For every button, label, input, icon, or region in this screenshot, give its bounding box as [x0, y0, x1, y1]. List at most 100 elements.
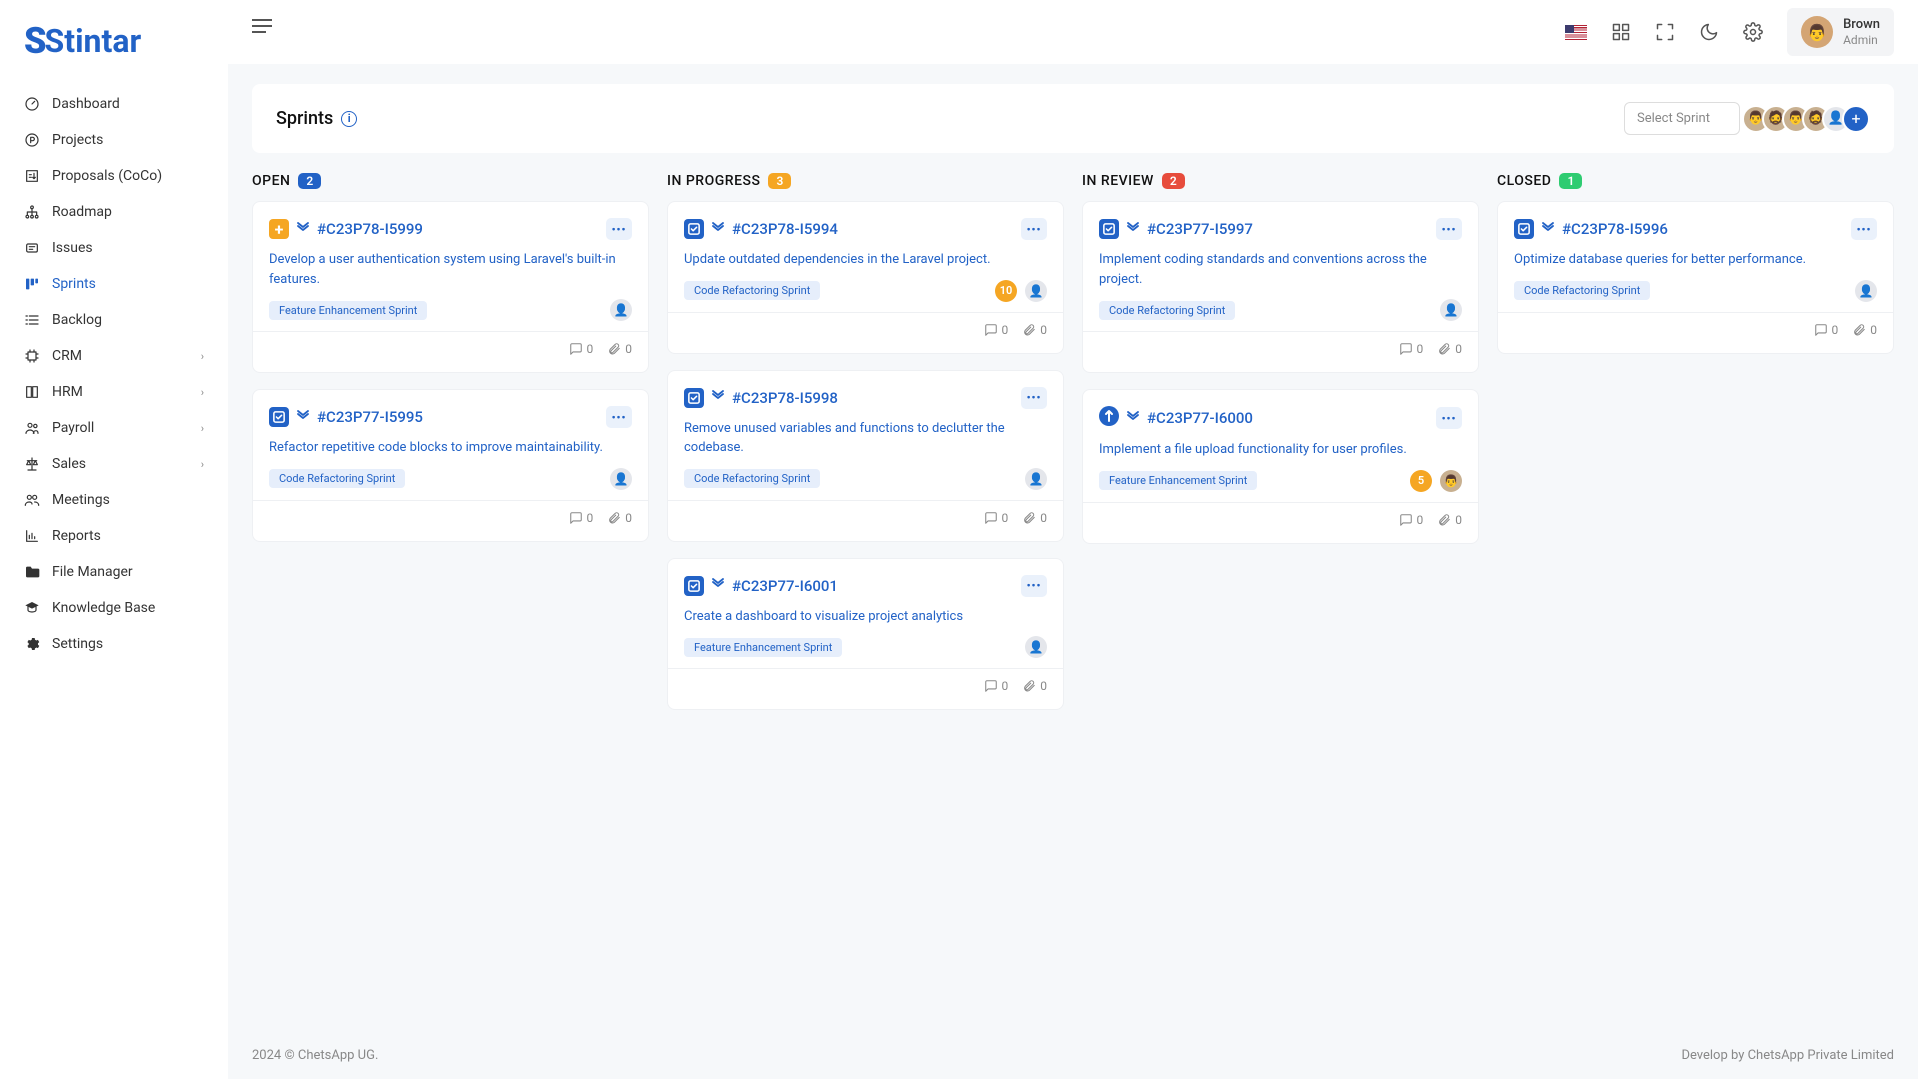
more-menu[interactable]: •••: [1436, 407, 1462, 429]
more-menu[interactable]: •••: [1021, 218, 1047, 240]
apps-icon[interactable]: [1611, 22, 1631, 42]
more-menu[interactable]: •••: [606, 218, 632, 240]
issue-title[interactable]: Implement coding standards and conventio…: [1099, 250, 1462, 289]
assignee-placeholder[interactable]: 👤: [1025, 280, 1047, 302]
issue-id[interactable]: #C23P77-I6001: [732, 577, 838, 595]
issue-id[interactable]: #C23P77-I5997: [1147, 220, 1253, 238]
sprint-chip[interactable]: Feature Enhancement Sprint: [1099, 471, 1257, 490]
comments-count[interactable]: 0: [984, 511, 1009, 525]
task-icon: [684, 576, 704, 596]
attachments-count[interactable]: 0: [1437, 342, 1462, 356]
assignee-placeholder[interactable]: 👤: [1440, 299, 1462, 321]
sprint-chip[interactable]: Code Refactoring Sprint: [684, 281, 820, 300]
sidebar-item-roadmap[interactable]: Roadmap: [0, 194, 228, 230]
issue-title[interactable]: Optimize database queries for better per…: [1514, 250, 1877, 270]
sprint-chip[interactable]: Feature Enhancement Sprint: [684, 638, 842, 657]
assignee-placeholder[interactable]: 👤: [1025, 636, 1047, 658]
attachments-count[interactable]: 0: [1022, 511, 1047, 525]
column-title: IN PROGRESS: [667, 173, 760, 189]
sidebar-item-hrm[interactable]: HRM›: [0, 374, 228, 410]
more-menu[interactable]: •••: [1851, 218, 1877, 240]
fullscreen-icon[interactable]: [1655, 22, 1675, 42]
sidebar-item-meetings[interactable]: Meetings: [0, 482, 228, 518]
info-icon[interactable]: i: [341, 111, 357, 127]
gear-icon[interactable]: [1743, 22, 1763, 42]
sprint-chip[interactable]: Code Refactoring Sprint: [684, 469, 820, 488]
comments-count[interactable]: 0: [1814, 323, 1839, 337]
sidebar-item-issues[interactable]: Issues: [0, 230, 228, 266]
sidebar-item-label: Issues: [52, 240, 93, 256]
sidebar-item-backlog[interactable]: Backlog: [0, 302, 228, 338]
sidebar-item-projects[interactable]: Projects: [0, 122, 228, 158]
attachments-count[interactable]: 0: [1022, 679, 1047, 693]
attachments-count[interactable]: 0: [607, 342, 632, 356]
assignee-avatar[interactable]: 👨: [1440, 470, 1462, 492]
attachments-count[interactable]: 0: [1022, 323, 1047, 337]
comments-count[interactable]: 0: [1399, 342, 1424, 356]
assignee-placeholder[interactable]: 👤: [610, 299, 632, 321]
moon-icon[interactable]: [1699, 22, 1719, 42]
more-menu[interactable]: •••: [1021, 387, 1047, 409]
sidebar-item-sprints[interactable]: Sprints: [0, 266, 228, 302]
sprint-chip[interactable]: Code Refactoring Sprint: [1514, 281, 1650, 300]
issue-card[interactable]: +#C23P78-I5999•••Develop a user authenti…: [252, 201, 649, 373]
issue-title[interactable]: Remove unused variables and functions to…: [684, 419, 1047, 458]
sidebar-item-dashboard[interactable]: Dashboard: [0, 86, 228, 122]
attachments-count[interactable]: 0: [1437, 513, 1462, 527]
assignee-placeholder[interactable]: 👤: [610, 468, 632, 490]
sprint-chip[interactable]: Code Refactoring Sprint: [1099, 301, 1235, 320]
issue-card[interactable]: #C23P78-I5996 ••• Optimize database querie…: [1497, 201, 1894, 354]
assignee-placeholder[interactable]: 👤: [1025, 468, 1047, 490]
comments-count[interactable]: 0: [569, 511, 594, 525]
sidebar-item-knowledge-base[interactable]: Knowledge Base: [0, 590, 228, 626]
issue-title[interactable]: Refactor repetitive code blocks to impro…: [269, 438, 632, 458]
circle-p-icon: [24, 132, 40, 148]
sidebar-item-crm[interactable]: CRM›: [0, 338, 228, 374]
priority-icon: [1542, 222, 1554, 237]
attachments-count[interactable]: 0: [607, 511, 632, 525]
more-menu[interactable]: •••: [1436, 218, 1462, 240]
flag-icon[interactable]: [1565, 25, 1587, 40]
sidebar-item-proposals-coco-[interactable]: Proposals (CoCo): [0, 158, 228, 194]
issue-title[interactable]: Update outdated dependencies in the Lara…: [684, 250, 1047, 270]
sidebar-item-settings[interactable]: Settings: [0, 626, 228, 662]
issue-title[interactable]: Implement a file upload functionality fo…: [1099, 440, 1462, 460]
issue-id[interactable]: #C23P78-I5999: [317, 220, 423, 238]
issue-id[interactable]: #C23P78-I5998: [732, 389, 838, 407]
issue-card[interactable]: #C23P77-I5995 ••• Refactor repetitive code…: [252, 389, 649, 542]
issue-card[interactable]: #C23P77-I6001 ••• Create a dashboard to vi…: [667, 558, 1064, 711]
sidebar-item-reports[interactable]: Reports: [0, 518, 228, 554]
issue-id[interactable]: #C23P77-I6000: [1147, 409, 1253, 427]
issue-id[interactable]: #C23P78-I5994: [732, 220, 838, 238]
logo[interactable]: SStintar: [0, 20, 228, 86]
comments-count[interactable]: 0: [984, 323, 1009, 337]
comments-count[interactable]: 0: [1399, 513, 1424, 527]
issue-title[interactable]: Create a dashboard to visualize project …: [684, 607, 1047, 627]
more-menu[interactable]: •••: [1021, 575, 1047, 597]
issue-card[interactable]: #C23P77-I6000 ••• Implement a file upload …: [1082, 389, 1479, 544]
issue-id[interactable]: #C23P78-I5996: [1562, 220, 1668, 238]
issue-id[interactable]: #C23P77-I5995: [317, 408, 423, 426]
board-icon: [24, 276, 40, 292]
assignee-placeholder[interactable]: 👤: [1855, 280, 1877, 302]
attachments-count[interactable]: 0: [1852, 323, 1877, 337]
avatar-group: 👨 🧔 👨 🧔 👤 +: [1750, 105, 1870, 133]
sprint-chip[interactable]: Feature Enhancement Sprint: [269, 301, 427, 320]
issue-card[interactable]: #C23P77-I5997 ••• Implement coding standar…: [1082, 201, 1479, 373]
sprint-chip[interactable]: Code Refactoring Sprint: [269, 469, 405, 488]
comments-count[interactable]: 0: [569, 342, 594, 356]
user-menu[interactable]: 👨 Brown Admin: [1787, 8, 1894, 56]
sidebar-item-label: Proposals (CoCo): [52, 168, 162, 184]
sidebar-item-sales[interactable]: Sales›: [0, 446, 228, 482]
column-open: OPEN2+#C23P78-I5999•••Develop a user aut…: [252, 173, 649, 710]
issue-title[interactable]: Develop a user authentication system usi…: [269, 250, 632, 289]
add-user-button[interactable]: +: [1842, 105, 1870, 133]
issue-card[interactable]: #C23P78-I5998 ••• Remove unused variables …: [667, 370, 1064, 542]
comments-count[interactable]: 0: [984, 679, 1009, 693]
menu-toggle-icon[interactable]: [252, 25, 272, 39]
more-menu[interactable]: •••: [606, 406, 632, 428]
sidebar-item-file-manager[interactable]: File Manager: [0, 554, 228, 590]
select-sprint[interactable]: Select Sprint: [1624, 102, 1740, 135]
issue-card[interactable]: #C23P78-I5994 ••• Update outdated dependen…: [667, 201, 1064, 354]
sidebar-item-payroll[interactable]: Payroll›: [0, 410, 228, 446]
